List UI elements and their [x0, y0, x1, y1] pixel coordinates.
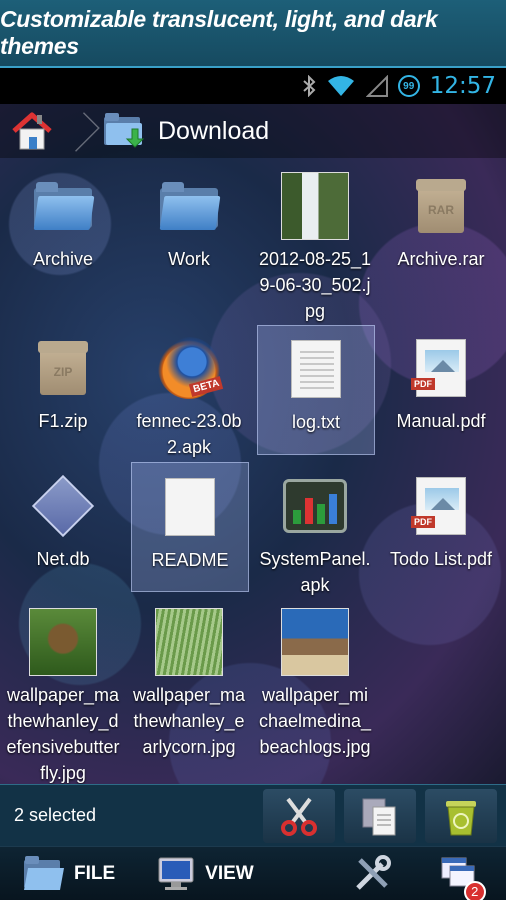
text-file-icon [165, 478, 215, 536]
file-menu-label: FILE [74, 862, 116, 884]
file-name: Work [168, 249, 210, 269]
breadcrumb-separator [64, 104, 84, 158]
copy-button[interactable] [344, 788, 416, 843]
promo-title: Customizable translucent, light, and dar… [0, 6, 438, 59]
file-name: Archive [32, 249, 94, 269]
file-item[interactable]: PDF Manual.pdf [382, 328, 500, 434]
file-item[interactable]: Work [130, 166, 248, 272]
file-item[interactable]: RAR Archive.rar [382, 166, 500, 272]
file-grid: Archive Work 2012-08-25_19-06-30_502.jpg… [0, 160, 506, 784]
promo-banner: Customizable translucent, light, and dar… [0, 0, 506, 68]
file-item[interactable]: SystemPanel.apk [256, 466, 374, 598]
file-item[interactable]: Net.db [4, 466, 122, 572]
delete-button[interactable] [425, 788, 497, 843]
file-name: Archive.rar [397, 249, 485, 269]
home-button[interactable] [0, 104, 64, 158]
system-panel-icon [283, 479, 347, 533]
pdf-file-icon: PDF [411, 339, 466, 397]
breadcrumb-current[interactable]: Download [102, 111, 269, 151]
signal-icon [365, 75, 388, 97]
file-item[interactable]: ZIP F1.zip [4, 328, 122, 434]
folder-icon [33, 182, 95, 230]
file-name: wallpaper_mathewhanley_defensivebutterfl… [6, 685, 120, 783]
view-menu-button[interactable]: VIEW [157, 847, 254, 900]
selection-count: 2 selected [14, 805, 97, 825]
view-menu-label: VIEW [205, 862, 254, 884]
file-menu-button[interactable]: FILE [22, 847, 115, 900]
image-thumbnail-icon [155, 608, 223, 676]
download-folder-icon [104, 113, 145, 148]
file-name: wallpaper_mathewhanley_earlycorn.jpg [132, 685, 246, 757]
folder-icon [159, 182, 221, 230]
file-item[interactable]: wallpaper_mathewhanley_defensivebutterfl… [4, 602, 122, 786]
database-icon [31, 474, 95, 538]
file-item[interactable]: PDF Todo List.pdf [382, 466, 500, 572]
image-thumbnail-icon [281, 608, 349, 676]
zip-archive-icon: ZIP [38, 341, 88, 395]
tools-button[interactable] [352, 847, 392, 900]
breadcrumb: Download [0, 104, 506, 158]
file-item[interactable]: Archive [4, 166, 122, 272]
file-name: README [151, 550, 229, 570]
windows-count-badge: 2 [463, 880, 486, 900]
file-item[interactable]: 2012-08-25_19-06-30_502.jpg [256, 166, 374, 324]
file-name: log.txt [291, 412, 341, 432]
file-name: F1.zip [38, 411, 88, 431]
bluetooth-icon [302, 75, 316, 97]
file-name: fennec-23.0b2.apk [136, 411, 242, 457]
windows-button[interactable]: 2 [440, 847, 486, 900]
cut-button[interactable] [263, 788, 335, 843]
file-item[interactable]: wallpaper_mathewhanley_earlycorn.jpg [130, 602, 248, 760]
pdf-file-icon: PDF [411, 477, 466, 535]
copy-icon [362, 798, 396, 835]
monitor-icon [158, 857, 194, 890]
status-bar: 99 12:57 [0, 68, 506, 104]
tools-icon [355, 854, 391, 890]
text-file-icon [291, 340, 341, 398]
scissors-icon [281, 797, 317, 836]
file-name: 2012-08-25_19-06-30_502.jpg [258, 249, 372, 321]
home-icon [12, 112, 52, 150]
file-name: SystemPanel.apk [259, 549, 371, 595]
wifi-icon [326, 75, 356, 97]
file-name: Net.db [36, 549, 90, 569]
file-item-selected[interactable]: log.txt [257, 325, 375, 455]
selection-bar: 2 selected [0, 784, 506, 846]
file-item-selected[interactable]: README [131, 462, 249, 592]
file-name: wallpaper_michaelmedina_beachlogs.jpg [258, 685, 372, 757]
file-item[interactable]: wallpaper_michaelmedina_beachlogs.jpg [256, 602, 374, 760]
folder-icon [24, 855, 64, 890]
breadcrumb-label: Download [158, 116, 270, 145]
image-thumbnail-icon [281, 172, 349, 240]
image-thumbnail-icon [29, 608, 97, 676]
clock: 12:57 [429, 73, 496, 99]
firefox-beta-icon: BETA [158, 337, 224, 399]
recycle-bin-icon [446, 800, 476, 835]
bottom-toolbar: FILE VIEW 2 [0, 846, 506, 900]
file-name: Todo List.pdf [389, 549, 493, 569]
file-name: Manual.pdf [396, 411, 486, 431]
file-item[interactable]: BETA fennec-23.0b2.apk [130, 328, 248, 460]
battery-icon: 99 [397, 75, 420, 97]
rar-archive-icon: RAR [416, 179, 466, 233]
